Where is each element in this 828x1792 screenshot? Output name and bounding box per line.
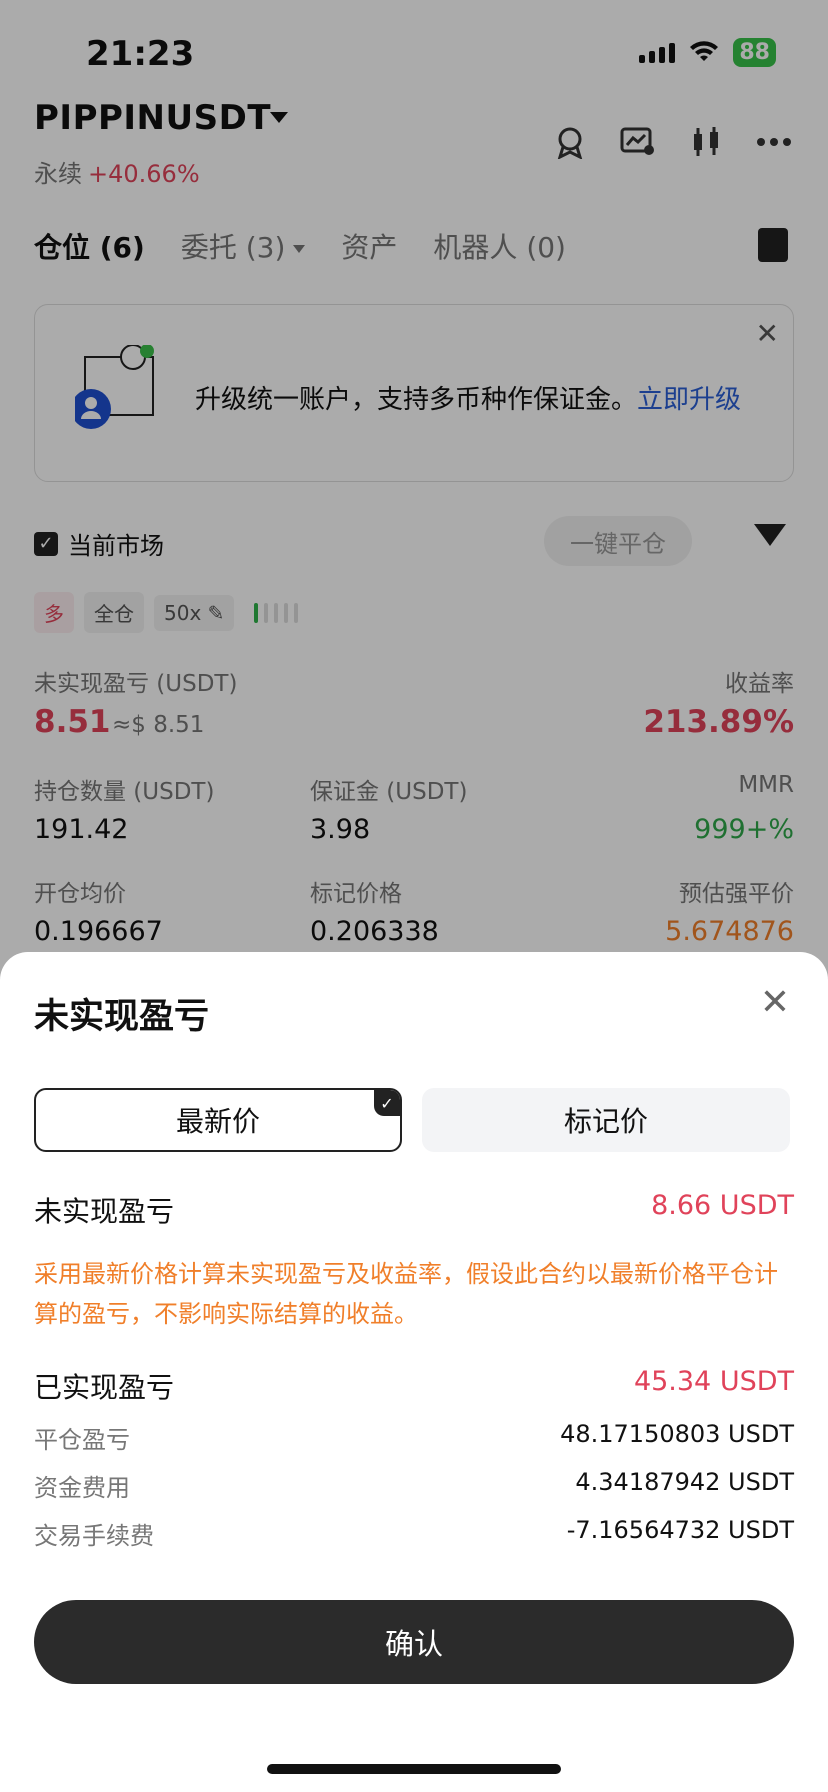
close-icon[interactable]: ✕	[760, 982, 790, 1023]
confirm-button[interactable]: 确认	[34, 1600, 794, 1684]
sheet-title: 未实现盈亏	[34, 997, 210, 1037]
selected-check-icon: ✓	[374, 1090, 400, 1116]
home-indicator[interactable]	[267, 1764, 561, 1774]
sheet-unrealized-label: 未实现盈亏	[34, 1195, 175, 1228]
realized-pnl-label: 已实现盈亏	[34, 1371, 175, 1404]
trading-fee-value: -7.16564732 USDT	[566, 1516, 794, 1544]
app-screen: 21:23 88 PIPPINUSDT 永续 +40.66% 仓位 (6) 委托…	[0, 0, 828, 1792]
funding-fee-value: 4.34187942 USDT	[575, 1468, 794, 1496]
trading-fee-label: 交易手续费	[34, 1522, 154, 1550]
mark-price-option[interactable]: 标记价	[422, 1088, 790, 1152]
close-pnl-value: 48.17150803 USDT	[560, 1420, 794, 1448]
latest-price-option[interactable]: 最新价 ✓	[34, 1088, 402, 1152]
unrealized-pnl-sheet: 未实现盈亏 ✕ 最新价 ✓ 标记价 未实现盈亏 8.66 USDT 采用最新价格…	[0, 952, 828, 1792]
pnl-calculation-note: 采用最新价格计算未实现盈亏及收益率，假设此合约以最新价格平仓计算的盈亏，不影响实…	[34, 1260, 778, 1328]
realized-pnl-value: 45.34 USDT	[633, 1366, 794, 1397]
close-pnl-label: 平仓盈亏	[34, 1426, 130, 1454]
latest-price-label: 最新价	[175, 1105, 260, 1138]
sheet-unrealized-value: 8.66 USDT	[651, 1190, 794, 1221]
funding-fee-label: 资金费用	[34, 1474, 130, 1502]
